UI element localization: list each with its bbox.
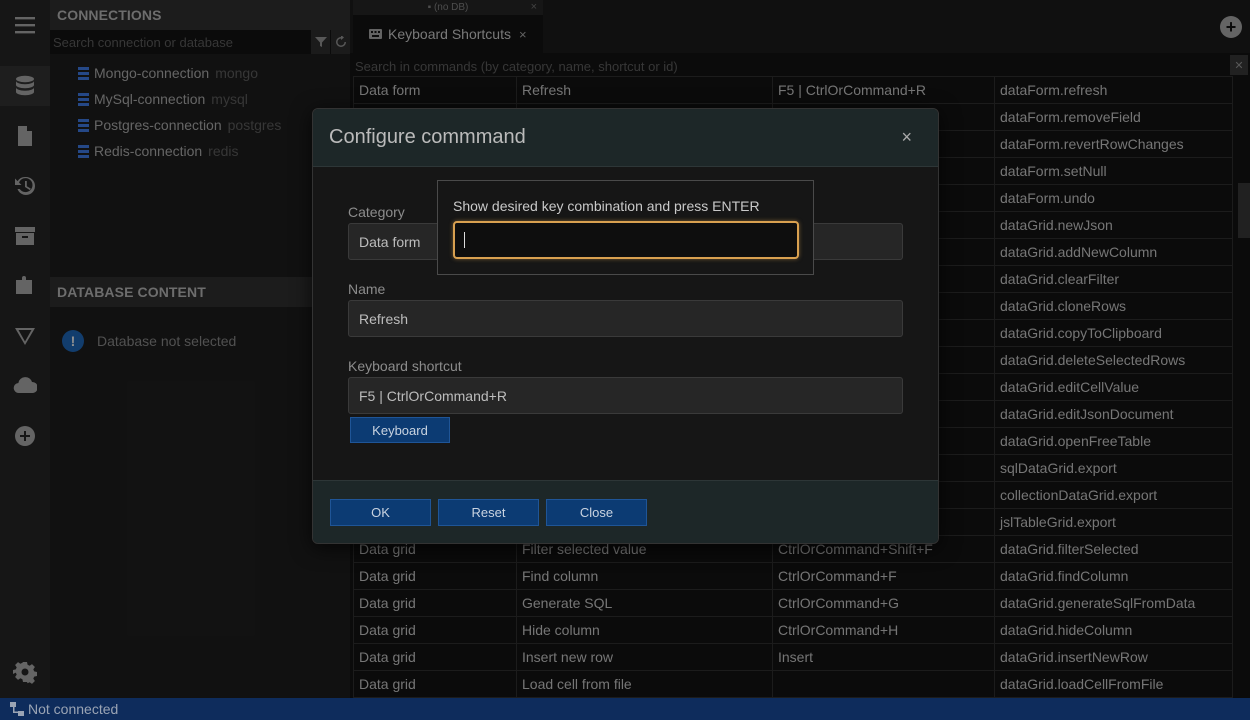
key-capture-input[interactable] xyxy=(453,221,799,259)
category-label: Category xyxy=(348,204,405,220)
ok-button[interactable]: OK xyxy=(330,499,431,526)
name-field[interactable]: Refresh xyxy=(348,300,903,337)
keyboard-button[interactable]: Keyboard xyxy=(350,417,450,443)
configure-command-dialog: Configure commmand × Category Data form … xyxy=(312,108,939,544)
key-capture-popup: Show desired key combination and press E… xyxy=(437,180,814,275)
network-icon xyxy=(10,702,24,716)
dialog-title: Configure commmand xyxy=(329,126,526,148)
close-button[interactable]: Close xyxy=(546,499,647,526)
status-bar: Not connected xyxy=(0,698,1250,720)
text-caret xyxy=(464,232,465,248)
key-capture-prompt: Show desired key combination and press E… xyxy=(453,198,760,214)
dialog-footer: OK Reset Close xyxy=(313,480,938,543)
shortcut-field[interactable]: F5 | CtrlOrCommand+R xyxy=(348,377,903,414)
connection-status: Not connected xyxy=(28,701,119,717)
dialog-header: Configure commmand × xyxy=(313,109,938,167)
reset-button[interactable]: Reset xyxy=(438,499,539,526)
close-icon[interactable]: × xyxy=(901,127,912,148)
shortcut-label: Keyboard shortcut xyxy=(348,358,462,374)
name-label: Name xyxy=(348,281,386,297)
